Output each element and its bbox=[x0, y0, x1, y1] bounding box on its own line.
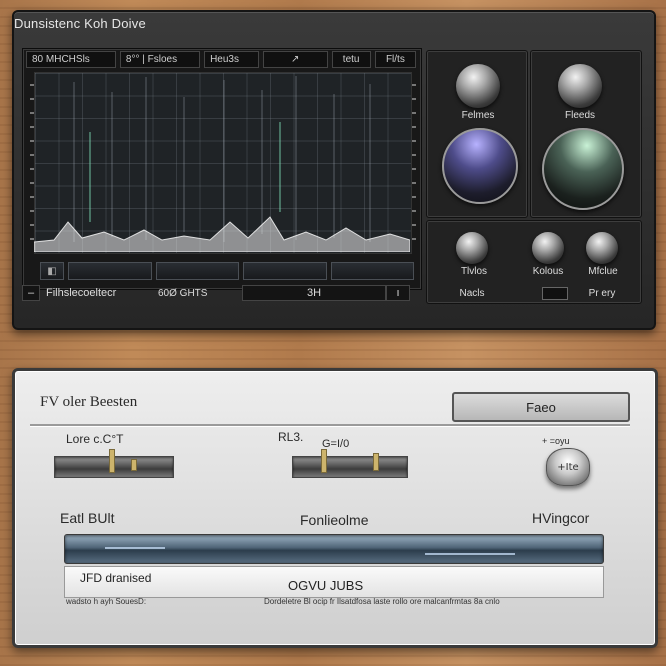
kolous-knob-label: Kolous bbox=[532, 266, 564, 277]
tlvlos-knob[interactable] bbox=[456, 232, 488, 264]
feeds-knob-label: Fleeds bbox=[564, 110, 595, 121]
rotary-knob[interactable]: +Ite bbox=[546, 448, 590, 486]
feeds-knob[interactable] bbox=[558, 64, 602, 108]
slider-2-track[interactable] bbox=[292, 449, 408, 478]
slider-1-track[interactable] bbox=[54, 449, 174, 478]
control-panel-title: FV oler Beesten bbox=[40, 394, 138, 410]
info-value: OGVU JUBS bbox=[288, 578, 364, 593]
scope-button-3[interactable] bbox=[243, 262, 327, 280]
scope-toolbar: 80 MHCHSls 8°° | Fsloes Heu3s ↗ tetu Fl/… bbox=[26, 50, 416, 69]
scope-mode-button[interactable]: ◧ bbox=[40, 262, 64, 280]
green-dial-knob[interactable] bbox=[542, 128, 624, 210]
tlvlos-knob-label: Tlvlos bbox=[460, 266, 488, 277]
status-filter-label: Filhslecoeltecr bbox=[46, 287, 117, 299]
blue-dial-knob[interactable] bbox=[442, 128, 518, 204]
scope-status-bar: – Filhslecoeltecr 60Ø GHTS 3H ı bbox=[22, 284, 420, 302]
rotary-knob-label: + =oyu bbox=[542, 436, 570, 446]
scope-button-row: ◧ bbox=[40, 262, 414, 280]
slider-2-marker bbox=[373, 453, 379, 471]
nacls-label: Nacls bbox=[459, 288, 485, 299]
slider-2-thumb[interactable] bbox=[321, 449, 327, 473]
frequency-field[interactable]: 80 MHCHSls bbox=[26, 51, 116, 68]
scope-button-1[interactable] bbox=[68, 262, 152, 280]
pipeline-section-label: Fonlieolme bbox=[300, 512, 369, 528]
cursor-tool-button[interactable]: ↗ bbox=[262, 51, 328, 68]
info-label: JFD dranised bbox=[80, 571, 152, 585]
progress-bar[interactable] bbox=[64, 534, 604, 564]
status-frequency-label: 60Ø GHTS bbox=[158, 287, 208, 299]
hues-field[interactable]: Heu3s bbox=[204, 51, 259, 68]
slider-1-label: Lore c.C°T bbox=[66, 432, 124, 446]
status-tick-icon[interactable]: ı bbox=[386, 285, 410, 301]
footer-right-text: Dordeletre Bl ocip fr Ilsatdfosa laste r… bbox=[264, 597, 500, 606]
frames-knob[interactable] bbox=[456, 64, 500, 108]
waveform-display bbox=[34, 76, 410, 252]
tetu-field[interactable]: tetu bbox=[331, 51, 371, 68]
slider-2-label: RL3. bbox=[278, 430, 304, 444]
wingcor-section-label: HVingcor bbox=[532, 510, 590, 526]
edit-section-label: Eatl BUlt bbox=[60, 510, 115, 526]
device-title: Dunsistenc Koh Doive bbox=[14, 16, 146, 31]
status-menu-icon[interactable]: – bbox=[22, 285, 40, 301]
status-value-field[interactable]: 3H bbox=[242, 285, 386, 301]
filters-field[interactable]: Fl/ts bbox=[374, 51, 416, 68]
kolous-knob[interactable] bbox=[532, 232, 564, 264]
slider-1-thumb[interactable] bbox=[109, 449, 115, 473]
scope-button-2[interactable] bbox=[155, 262, 239, 280]
face-button[interactable]: Faeo bbox=[452, 392, 630, 422]
frames-knob-label: Felmes bbox=[461, 110, 495, 121]
footer-left-text: wadsto h ayh SouesD: bbox=[66, 597, 147, 606]
range-field[interactable]: 8°° | Fsloes bbox=[119, 51, 201, 68]
panel-divider bbox=[30, 424, 630, 427]
preview-label: Pr ery bbox=[588, 288, 616, 299]
scope-button-4[interactable] bbox=[330, 262, 414, 280]
mfclue-knob[interactable] bbox=[586, 232, 618, 264]
progress-highlight bbox=[105, 547, 165, 549]
mfclue-knob-label: Mfclue bbox=[588, 266, 618, 277]
progress-highlight-2 bbox=[425, 553, 515, 555]
slider-1-marker bbox=[131, 459, 137, 471]
indicator-switch[interactable] bbox=[542, 287, 568, 300]
